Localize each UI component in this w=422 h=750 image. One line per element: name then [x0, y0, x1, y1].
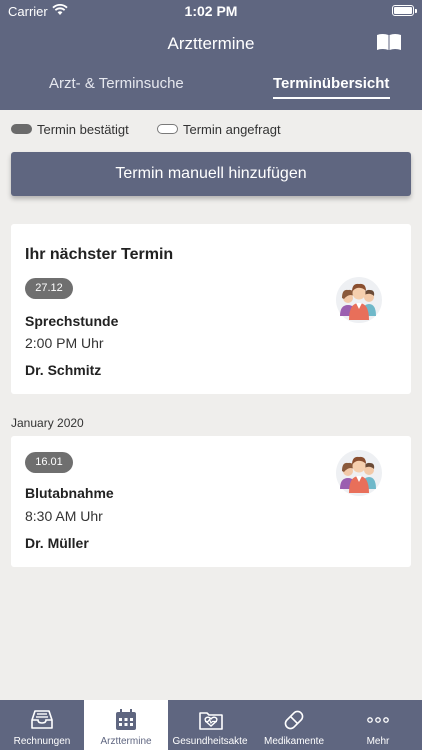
- book-icon[interactable]: [376, 32, 402, 52]
- add-appointment-button[interactable]: Termin manuell hinzufügen: [11, 152, 411, 196]
- appointment-type: Blutabnahme: [25, 485, 114, 501]
- tabbar-label: Medikamente: [263, 736, 325, 747]
- month-section-label: January 2020: [11, 416, 84, 430]
- more-dots-icon: [367, 717, 389, 723]
- tabbar-medikamente[interactable]: Medikamente: [252, 700, 336, 750]
- appointment-time: 8:30 AM Uhr: [25, 508, 103, 524]
- appointment-card[interactable]: 16.01 Blutabnahme 8:30 AM Uhr Dr. Müller: [11, 436, 411, 567]
- date-badge: 16.01: [25, 452, 73, 473]
- bottom-tab-bar: Rechnungen Arzttermine Gesundheitsakte M…: [0, 700, 422, 750]
- tabbar-label: Rechnungen: [13, 736, 71, 747]
- next-appointment-card[interactable]: Ihr nächster Termin 27.12 Sprechstunde 2…: [11, 224, 411, 394]
- app-header: Carrier 1:02 PM Arzttermine Arzt- & Term…: [0, 0, 422, 110]
- page-title: Arzttermine: [167, 34, 255, 53]
- legend-confirmed-label: Termin bestätigt: [37, 122, 129, 137]
- tab-doctor-search[interactable]: Arzt- & Terminsuche: [49, 75, 184, 92]
- confirmed-pill-icon: [11, 124, 32, 134]
- appointment-doctor: Dr. Müller: [25, 535, 89, 551]
- inbox-tray-icon: [31, 710, 53, 729]
- tabbar-label: Gesundheitsakte: [172, 736, 248, 747]
- active-tab-indicator: [273, 97, 390, 99]
- battery-icon: [392, 5, 417, 16]
- tabbar-mehr[interactable]: Mehr: [336, 700, 420, 750]
- tab-appointment-overview[interactable]: Terminübersicht: [273, 75, 389, 92]
- requested-pill-icon: [157, 124, 178, 134]
- status-bar: Carrier 1:02 PM: [0, 0, 422, 22]
- doctors-avatar-icon: [336, 277, 382, 323]
- legend-requested-label: Termin angefragt: [183, 122, 281, 137]
- doctors-avatar-icon: [336, 450, 382, 496]
- appointment-type: Sprechstunde: [25, 313, 119, 329]
- tabbar-arzttermine[interactable]: Arzttermine: [84, 700, 168, 750]
- card-heading: Ihr nächster Termin: [25, 246, 174, 263]
- date-badge: 27.12: [25, 278, 73, 299]
- health-folder-icon: [199, 712, 223, 730]
- tabbar-rechnungen[interactable]: Rechnungen: [0, 700, 84, 750]
- tabbar-gesundheitsakte[interactable]: Gesundheitsakte: [168, 700, 252, 750]
- appointment-time: 2:00 PM Uhr: [25, 335, 104, 351]
- calendar-icon: [116, 709, 136, 730]
- appointment-doctor: Dr. Schmitz: [25, 362, 102, 378]
- tabbar-label: Arzttermine: [100, 736, 152, 747]
- clock: 1:02 PM: [184, 3, 238, 19]
- pill-icon: [284, 710, 304, 730]
- tabbar-label: Mehr: [366, 736, 390, 747]
